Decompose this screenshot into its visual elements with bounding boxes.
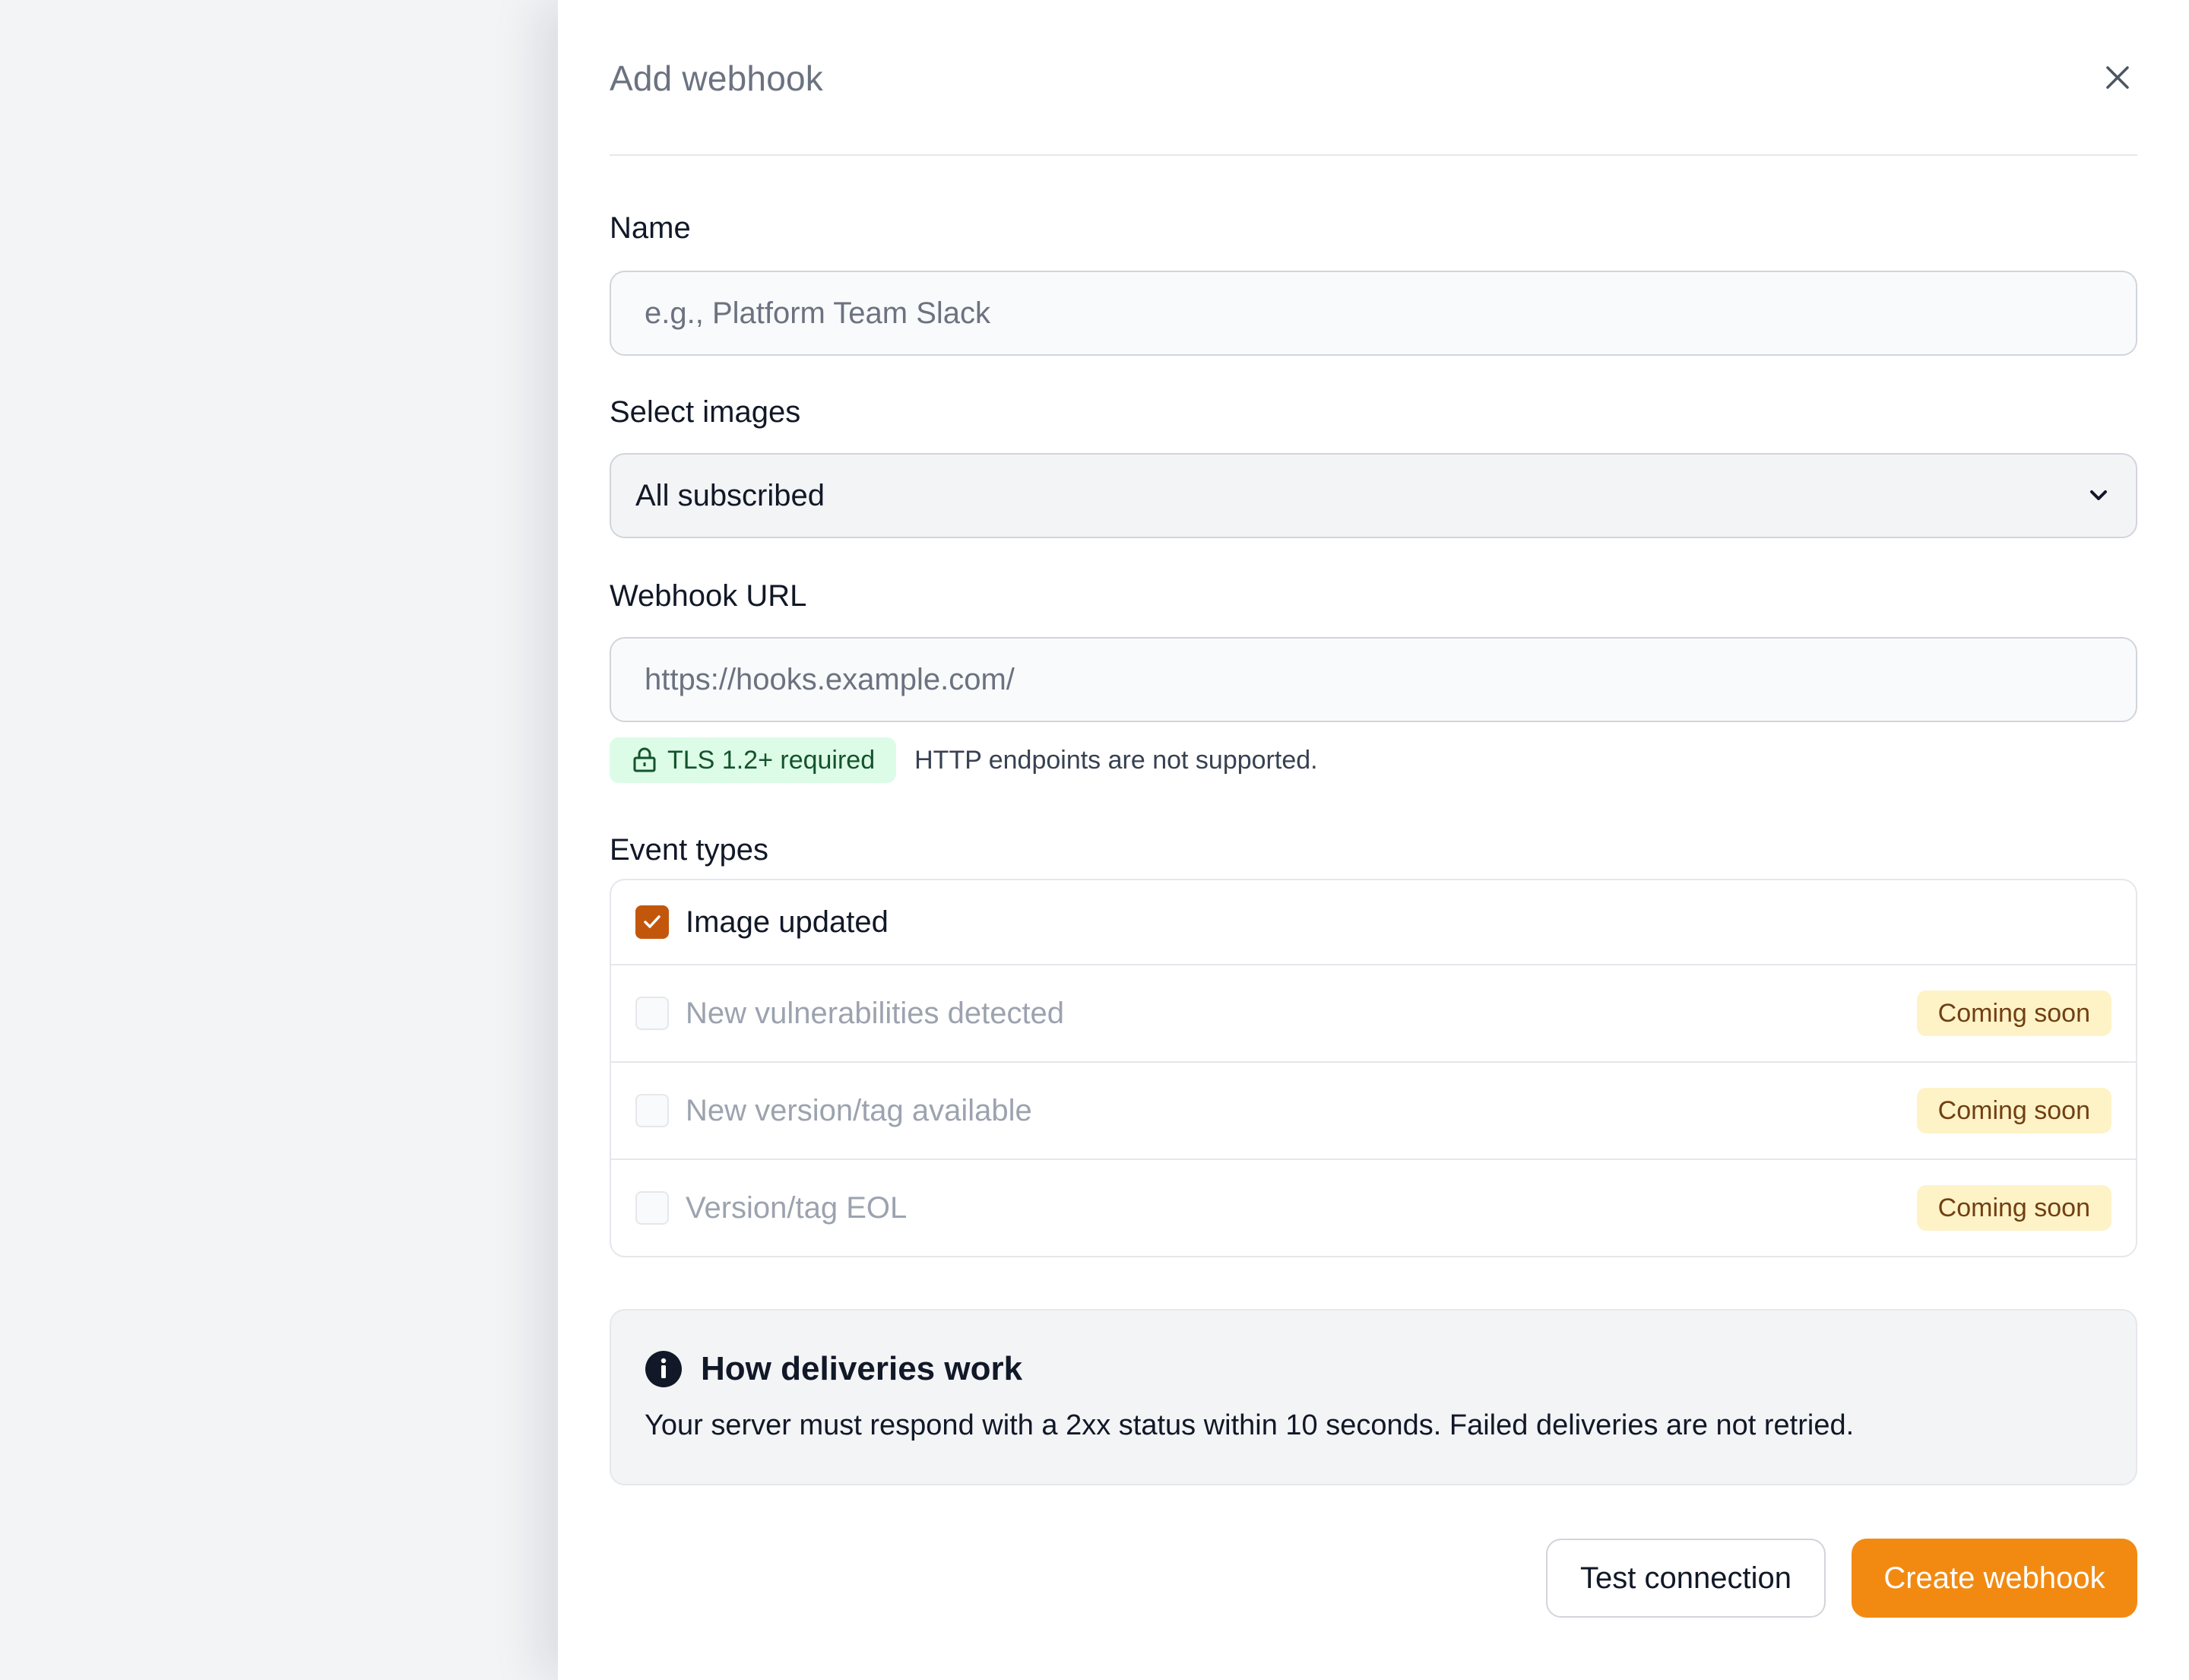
check-icon — [644, 915, 661, 928]
new-version-checkbox — [635, 1094, 669, 1127]
select-images-dropdown[interactable]: All subscribed — [610, 453, 2137, 538]
event-item-label: Version/tag EOL — [686, 1190, 908, 1225]
tls-requirement: TLS 1.2+ required HTTP endpoints are not… — [610, 737, 1318, 783]
event-item-label: Image updated — [686, 905, 889, 939]
event-item-new-version: New version/tag available Coming soon — [611, 1061, 2136, 1159]
add-webhook-drawer: Add webhook Name Select images All subsc… — [558, 0, 2189, 1680]
page-backdrop: Add webhook Name Select images All subsc… — [0, 0, 2189, 1680]
tls-badge-label: TLS 1.2+ required — [667, 745, 876, 775]
chevron-down-icon — [2090, 490, 2107, 500]
name-label: Name — [610, 211, 691, 245]
close-icon — [2106, 66, 2129, 89]
select-images-label: Select images — [610, 395, 801, 429]
coming-soon-badge: Coming soon — [1916, 1185, 2111, 1231]
event-types-label: Event types — [610, 833, 769, 867]
drawer-header: Add webhook — [610, 0, 2137, 156]
image-updated-checkbox[interactable] — [635, 905, 669, 939]
event-types-list: Image updated New vulnerabilities detect… — [610, 879, 2137, 1257]
drawer-title: Add webhook — [610, 59, 823, 98]
webhook-url-input[interactable] — [610, 637, 2137, 722]
close-button[interactable] — [2098, 58, 2137, 97]
name-input[interactable] — [610, 271, 2137, 356]
select-images-value: All subscribed — [635, 478, 825, 512]
coming-soon-badge: Coming soon — [1916, 1088, 2111, 1133]
coming-soon-badge: Coming soon — [1916, 991, 2111, 1036]
tls-badge: TLS 1.2+ required — [610, 737, 897, 783]
info-title: How deliveries work — [701, 1350, 1023, 1387]
tls-note: HTTP endpoints are not supported. — [914, 745, 1318, 775]
version-eol-checkbox — [635, 1191, 669, 1225]
info-header: How deliveries work — [645, 1350, 2102, 1388]
create-webhook-button[interactable]: Create webhook — [1852, 1539, 2137, 1618]
webhook-url-label: Webhook URL — [610, 579, 807, 613]
delivery-info-box: How deliveries work Your server must res… — [610, 1309, 2137, 1485]
event-item-version-eol: Version/tag EOL Coming soon — [611, 1159, 2136, 1256]
info-body: Your server must respond with a 2xx stat… — [645, 1409, 1855, 1441]
new-vulnerabilities-checkbox — [635, 997, 669, 1030]
event-item-label: New version/tag available — [686, 1093, 1032, 1127]
event-item-label: New vulnerabilities detected — [686, 996, 1065, 1030]
event-item-new-vulnerabilities: New vulnerabilities detected Coming soon — [611, 964, 2136, 1061]
test-connection-button[interactable]: Test connection — [1546, 1539, 1826, 1618]
lock-icon — [633, 747, 656, 772]
event-item-image-updated[interactable]: Image updated — [611, 880, 2136, 964]
info-icon — [645, 1351, 682, 1387]
